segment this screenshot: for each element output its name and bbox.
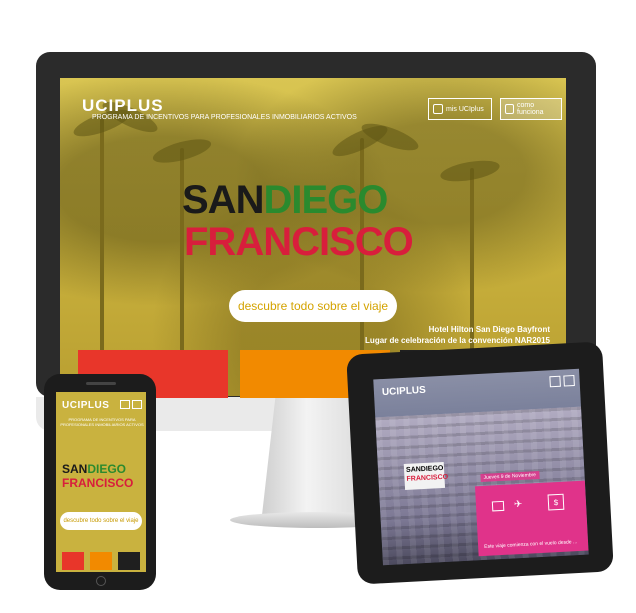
phone-tagline: PROGRAMA DE INCENTIVOS PARA PROFESIONALE…: [60, 417, 144, 427]
hero-title-line1: SANDIEGO: [182, 178, 388, 222]
hero-title-line2: FRANCISCO: [184, 220, 414, 264]
mis-uciplus-label: mis UCIplus: [446, 105, 484, 113]
phone-discover-button[interactable]: descubre todo sobre el viaje: [60, 512, 142, 530]
brand-tagline: PROGRAMA DE INCENTIVOS PARA PROFESIONALE…: [92, 114, 357, 121]
tablet-title-badge: SANDIEGO FRANCISCO: [403, 461, 449, 491]
phone-speaker: [86, 382, 116, 385]
phone-title-line1: SANDIEGO: [62, 462, 126, 476]
user-icon: [433, 104, 443, 114]
home-icon: [491, 500, 505, 512]
phone-tile-orange[interactable]: [90, 552, 112, 570]
palm-trunk: [470, 168, 474, 378]
phone-tile-black[interactable]: [118, 552, 140, 570]
phone-brand-logo[interactable]: UCIPLUS: [62, 400, 109, 411]
phone-title-san: SAN: [62, 462, 88, 476]
phone-title-line2: FRANCISCO: [62, 476, 134, 490]
dollar-icon: $: [547, 493, 565, 511]
tablet-screen: UCIPLUS SANDIEGO FRANCISCO Jueves 9 de N…: [373, 368, 589, 566]
hero-title-san: SAN: [182, 178, 264, 222]
phone-home-button: [96, 576, 106, 586]
tablet-badge-line2: FRANCISCO: [406, 473, 449, 483]
phone-title-diego: DIEGO: [87, 462, 127, 476]
user-icon[interactable]: [549, 375, 561, 388]
tablet-brand-logo[interactable]: UCIPLUS: [382, 385, 426, 398]
phone-tile-red[interactable]: [62, 552, 84, 570]
info-icon: [505, 104, 515, 114]
plane-icon: ✈: [513, 498, 523, 511]
info-icon[interactable]: [563, 374, 575, 387]
hotel-caption: Lugar de celebración de la convención NA…: [365, 336, 550, 345]
tablet-badge-line1: SANDIEGO: [405, 464, 444, 474]
hero-title-diego: DIEGO: [263, 178, 388, 222]
como-funciona-label: como funciona: [517, 102, 544, 116]
hotel-name: Hotel Hilton San Diego Bayfront: [428, 325, 550, 334]
discover-trip-button[interactable]: descubre todo sobre el viaje: [229, 290, 397, 322]
info-icon[interactable]: [132, 400, 142, 409]
como-funciona-button[interactable]: como funciona: [500, 98, 562, 120]
brand-logo[interactable]: UCIPLUS: [82, 96, 164, 116]
user-icon[interactable]: [120, 400, 130, 409]
mis-uciplus-button[interactable]: mis UCIplus: [428, 98, 492, 120]
palm-trunk: [100, 118, 104, 378]
